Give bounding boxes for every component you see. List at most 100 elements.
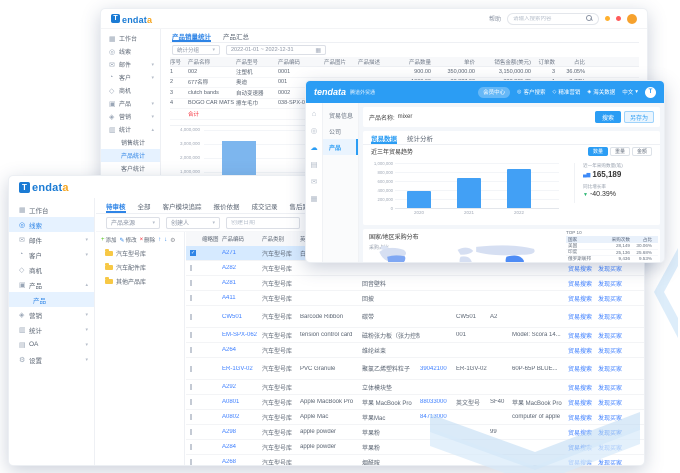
code-cell[interactable]: A0802	[222, 414, 262, 420]
trade-tab-0[interactable]: 贸易数据	[371, 131, 397, 144]
row-checkbox[interactable]	[190, 444, 192, 450]
front-sidebar-item-2[interactable]: ✉邮件▾	[9, 232, 94, 247]
topnav-item-0[interactable]: ◎客户搜索	[517, 88, 545, 96]
table-row[interactable]: 1002注塑机0001900.00350,000.003,150,000.003…	[170, 67, 639, 78]
product-row-ER-1GV-02[interactable]: ER-1GV-02汽车型号库PVC Granule聚氯乙烯塑料粒子3904210…	[186, 358, 644, 380]
row-checkbox[interactable]	[190, 314, 192, 320]
trade-search-link[interactable]: 贸易搜索	[568, 282, 592, 288]
code-cell[interactable]: CW501	[222, 314, 262, 320]
creator-select[interactable]: 创建人▾	[166, 217, 220, 229]
hs-cell[interactable]: 39042100	[420, 366, 456, 372]
membership-pill-button[interactable]: 会员中心	[478, 87, 510, 98]
hs-cell[interactable]: 88033000	[420, 399, 456, 405]
back-sidebar-item-1[interactable]: ◎线索	[101, 45, 160, 58]
row-checkbox[interactable]	[190, 366, 192, 372]
settings-button[interactable]: ⚙	[170, 237, 175, 244]
product-row-A282[interactable]: A282汽车型号库贸易搜索发现买家	[186, 261, 644, 276]
folder-item-1[interactable]: 汽车配件库	[105, 263, 179, 272]
front-sidebar-item-4[interactable]: ◇商机	[9, 262, 94, 277]
front-sidebar-item-0[interactable]: ▦工作台	[9, 202, 94, 217]
avatar[interactable]	[627, 14, 637, 24]
product-row-A411[interactable]: A411汽车型号库回披贸易搜索发现买家	[186, 291, 644, 306]
global-search-box[interactable]	[507, 13, 599, 25]
find-buyers-link[interactable]: 发现买家	[598, 267, 622, 273]
hs-cell[interactable]: 84713000	[420, 414, 456, 420]
back-sidebar-item-6[interactable]: ◈营销▾	[101, 110, 160, 123]
code-cell[interactable]: A292	[222, 384, 262, 390]
folder-item-0[interactable]: 汽车型号库	[105, 249, 179, 258]
product-row-CW501[interactable]: CW501汽车型号库Barcode Ribbon碳带CW501A2贸易搜索发现买…	[186, 306, 644, 328]
product-row-A0802[interactable]: A0802汽车型号库Apple Mac苹果Mac84713000computer…	[186, 410, 644, 425]
rail-icon-0[interactable]: ⌂	[312, 109, 317, 118]
find-buyers-link[interactable]: 发现买家	[598, 367, 622, 373]
toggle-2[interactable]: 金额	[632, 147, 652, 156]
row-checkbox[interactable]	[190, 429, 192, 435]
bar-2022[interactable]	[507, 169, 531, 208]
toggle-0[interactable]: 数量	[588, 147, 608, 156]
topnav-item-1[interactable]: ◇精准营销	[552, 88, 580, 96]
bar-2021[interactable]	[457, 178, 481, 208]
front-sidebar-item-8[interactable]: ▥统计▾	[9, 322, 94, 337]
notification-icon[interactable]	[605, 16, 610, 21]
trade-search-link[interactable]: 贸易搜索	[568, 315, 592, 321]
rail-icon-3[interactable]: ▤	[310, 160, 317, 169]
trade-search-link[interactable]: 贸易搜索	[568, 401, 592, 407]
stat-group-select[interactable]: 统计分组▾	[172, 45, 220, 55]
trade-search-link[interactable]: 贸易搜索	[568, 446, 592, 452]
row-checkbox[interactable]	[190, 399, 192, 405]
find-buyers-link[interactable]: 发现买家	[598, 431, 622, 437]
code-cell[interactable]: A268	[222, 459, 262, 465]
row-checkbox[interactable]	[190, 384, 192, 390]
rail-icon-5[interactable]: ▦	[310, 194, 317, 203]
map-china[interactable]	[506, 255, 524, 263]
row-checkbox[interactable]: ✓	[190, 250, 196, 256]
front-sidebar-item-10[interactable]: ⚙设置▾	[9, 352, 94, 367]
code-cell[interactable]: EM-SPX-062	[222, 332, 262, 338]
create-date-box[interactable]	[226, 217, 300, 229]
rail-icon-2[interactable]: ☁	[310, 143, 318, 152]
back-sidebar-item-2[interactable]: ✉邮件▾	[101, 58, 160, 71]
row-checkbox[interactable]	[190, 332, 192, 338]
row-checkbox[interactable]	[190, 265, 192, 271]
product-tab-4[interactable]: 成交记录	[252, 198, 278, 213]
row-checkbox[interactable]	[190, 347, 192, 353]
back-sidebar-item-7[interactable]: ▥统计▴	[101, 123, 160, 136]
edit-button[interactable]: ✎修改	[120, 236, 137, 244]
find-buyers-link[interactable]: 发现买家	[598, 282, 622, 288]
submenu-item-2[interactable]: 产品	[323, 139, 358, 155]
add-button[interactable]: +添加	[101, 236, 117, 244]
create-date-input[interactable]	[231, 220, 295, 226]
product-row-A0801[interactable]: A0801汽车型号库Apple MacBook Pro苹果 MacBook Pr…	[186, 395, 644, 410]
code-cell[interactable]: A284	[222, 444, 262, 450]
front-sidebar-item-9[interactable]: ▤OA▾	[9, 337, 94, 352]
code-cell[interactable]: A0801	[222, 399, 262, 405]
front-sidebar-item-3[interactable]: ◔客户▾	[9, 247, 94, 262]
row-checkbox[interactable]	[190, 295, 192, 301]
trade-search-link[interactable]: 贸易搜索	[568, 367, 592, 373]
product-tab-0[interactable]: 待审核	[106, 198, 126, 213]
save-as-button[interactable]: 另存为	[624, 111, 654, 123]
code-cell[interactable]: A271	[222, 250, 262, 256]
back-sidebar-item-3[interactable]: ◔客户▾	[101, 71, 160, 84]
product-row-EM-SPX-062[interactable]: EM-SPX-062汽车型号库tension control card磁粉张力板…	[186, 328, 644, 343]
help-link[interactable]: 帮助	[489, 14, 501, 23]
product-row-A281[interactable]: A281汽车型号库回音壁料贸易搜索发现买家	[186, 276, 644, 291]
rail-icon-4[interactable]: ✉	[311, 177, 317, 186]
folder-item-2[interactable]: 其他产品库	[105, 277, 179, 286]
back-sidebar-item-0[interactable]: ▦工作台	[101, 32, 160, 45]
trade-search-link[interactable]: 贸易搜索	[568, 334, 592, 340]
find-buyers-link[interactable]: 发现买家	[598, 401, 622, 407]
product-source-select[interactable]: 产品来源▾	[106, 217, 160, 229]
row-checkbox[interactable]	[190, 459, 192, 465]
find-buyers-link[interactable]: 发现买家	[598, 315, 622, 321]
product-tab-2[interactable]: 客户模块追踪	[163, 198, 202, 213]
stats-tab-1[interactable]: 产品汇总	[223, 29, 249, 42]
bar-2020[interactable]	[407, 191, 431, 208]
front-sidebar-item-1[interactable]: ◎线索	[9, 217, 94, 232]
submenu-item-0[interactable]: 贸易信息	[323, 107, 358, 123]
code-cell[interactable]: A264	[222, 347, 262, 353]
find-buyers-link[interactable]: 发现买家	[598, 446, 622, 452]
row-checkbox[interactable]	[190, 414, 192, 420]
front-sidebar-item-6[interactable]: 产品	[9, 292, 94, 307]
back-sidebar-item-4[interactable]: ◇商机	[101, 84, 160, 97]
